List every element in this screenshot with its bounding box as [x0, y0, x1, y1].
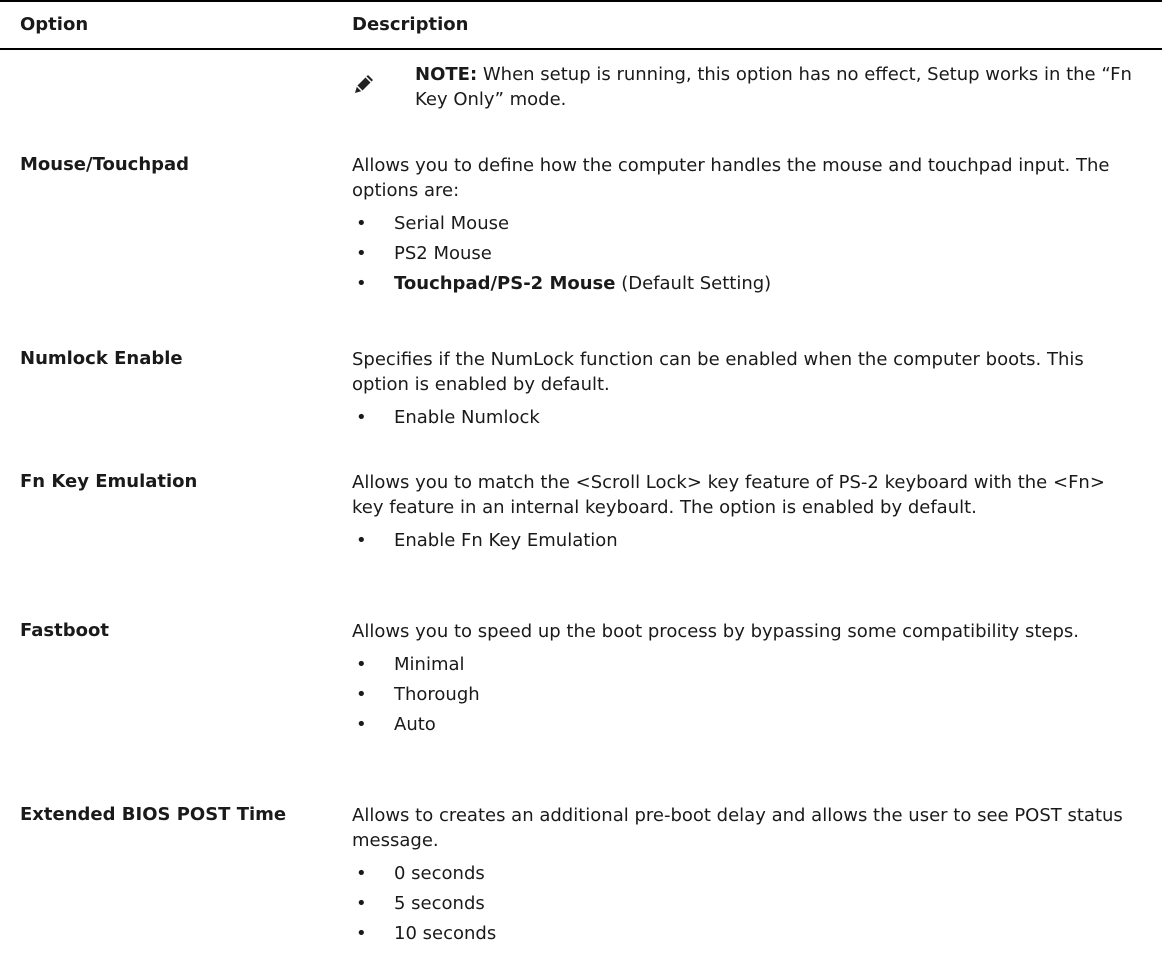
table-header: Option Description — [0, 0, 1162, 50]
option-name: Numlock Enable — [20, 348, 183, 369]
bullet-icon: • — [356, 654, 367, 675]
table-row: Extended BIOS POST Time Allows to create… — [0, 800, 1162, 978]
list-item: • 5 seconds — [352, 889, 1142, 919]
description-text: Allows you to speed up the boot process … — [352, 621, 1079, 642]
bullet-icon: • — [356, 714, 367, 735]
list-item: • PS2 Mouse — [352, 239, 1142, 269]
bullet-list: • Minimal • Thorough • Auto — [352, 650, 1142, 740]
bullet-icon: • — [356, 273, 367, 294]
list-item: • Touchpad/PS-2 Mouse (Default Setting) — [352, 269, 1142, 299]
pencil-icon — [355, 75, 373, 93]
bullet-icon: • — [356, 243, 367, 264]
note-label: NOTE: — [415, 64, 478, 85]
bullet-icon: • — [356, 530, 367, 551]
bullet-icon: • — [356, 407, 367, 428]
bullet-icon: • — [356, 213, 367, 234]
option-name: Fastboot — [20, 620, 109, 641]
bullet-list: • 0 seconds • 5 seconds • 10 seconds — [352, 859, 1142, 949]
option-description: Allows to creates an additional pre-boot… — [352, 803, 1142, 949]
description-text: Specifies if the NumLock function can be… — [352, 349, 1084, 395]
option-description: Allows you to speed up the boot process … — [352, 619, 1142, 740]
list-item: • Minimal — [352, 650, 1142, 680]
note-body: When setup is running, this option has n… — [415, 64, 1132, 110]
list-item: • Enable Fn Key Emulation — [352, 526, 1142, 556]
description-text: Allows you to define how the computer ha… — [352, 155, 1110, 201]
bullet-list: • Enable Numlock — [352, 403, 1142, 433]
bullet-icon: • — [356, 923, 367, 944]
description-text: Allows to creates an additional pre-boot… — [352, 805, 1123, 851]
column-header-option: Option — [20, 14, 89, 35]
list-item: • Thorough — [352, 680, 1142, 710]
table-row: Fn Key Emulation Allows you to match the… — [0, 467, 1162, 592]
option-name: Fn Key Emulation — [20, 471, 198, 492]
note-text: NOTE: When setup is running, this option… — [415, 62, 1135, 112]
option-name: Extended BIOS POST Time — [20, 804, 287, 825]
column-header-description: Description — [352, 14, 469, 35]
option-description: Allows you to define how the computer ha… — [352, 153, 1142, 299]
page: Option Description NOTE: When setup is r… — [0, 0, 1162, 978]
option-description: Allows you to match the <Scroll Lock> ke… — [352, 470, 1142, 556]
list-item: • Auto — [352, 710, 1142, 740]
list-item: • 10 seconds — [352, 919, 1142, 949]
option-name: Mouse/Touchpad — [20, 154, 190, 175]
table-row: Numlock Enable Specifies if the NumLock … — [0, 344, 1162, 444]
table-row: Fastboot Allows you to speed up the boot… — [0, 616, 1162, 776]
option-description: Specifies if the NumLock function can be… — [352, 347, 1142, 433]
list-item: • Serial Mouse — [352, 209, 1142, 239]
table-row: Mouse/Touchpad Allows you to define how … — [0, 150, 1162, 320]
bullet-list: • Serial Mouse • PS2 Mouse • Touchpad/PS-2 … — [352, 209, 1142, 299]
list-item: • 0 seconds — [352, 859, 1142, 889]
bullet-list: • Enable Fn Key Emulation — [352, 526, 1142, 556]
description-text: Allows you to match the <Scroll Lock> ke… — [352, 472, 1105, 518]
list-item: • Enable Numlock — [352, 403, 1142, 433]
bullet-icon: • — [356, 863, 367, 884]
bullet-icon: • — [356, 684, 367, 705]
bullet-icon: • — [356, 893, 367, 914]
note-row: NOTE: When setup is running, this option… — [0, 62, 1162, 132]
